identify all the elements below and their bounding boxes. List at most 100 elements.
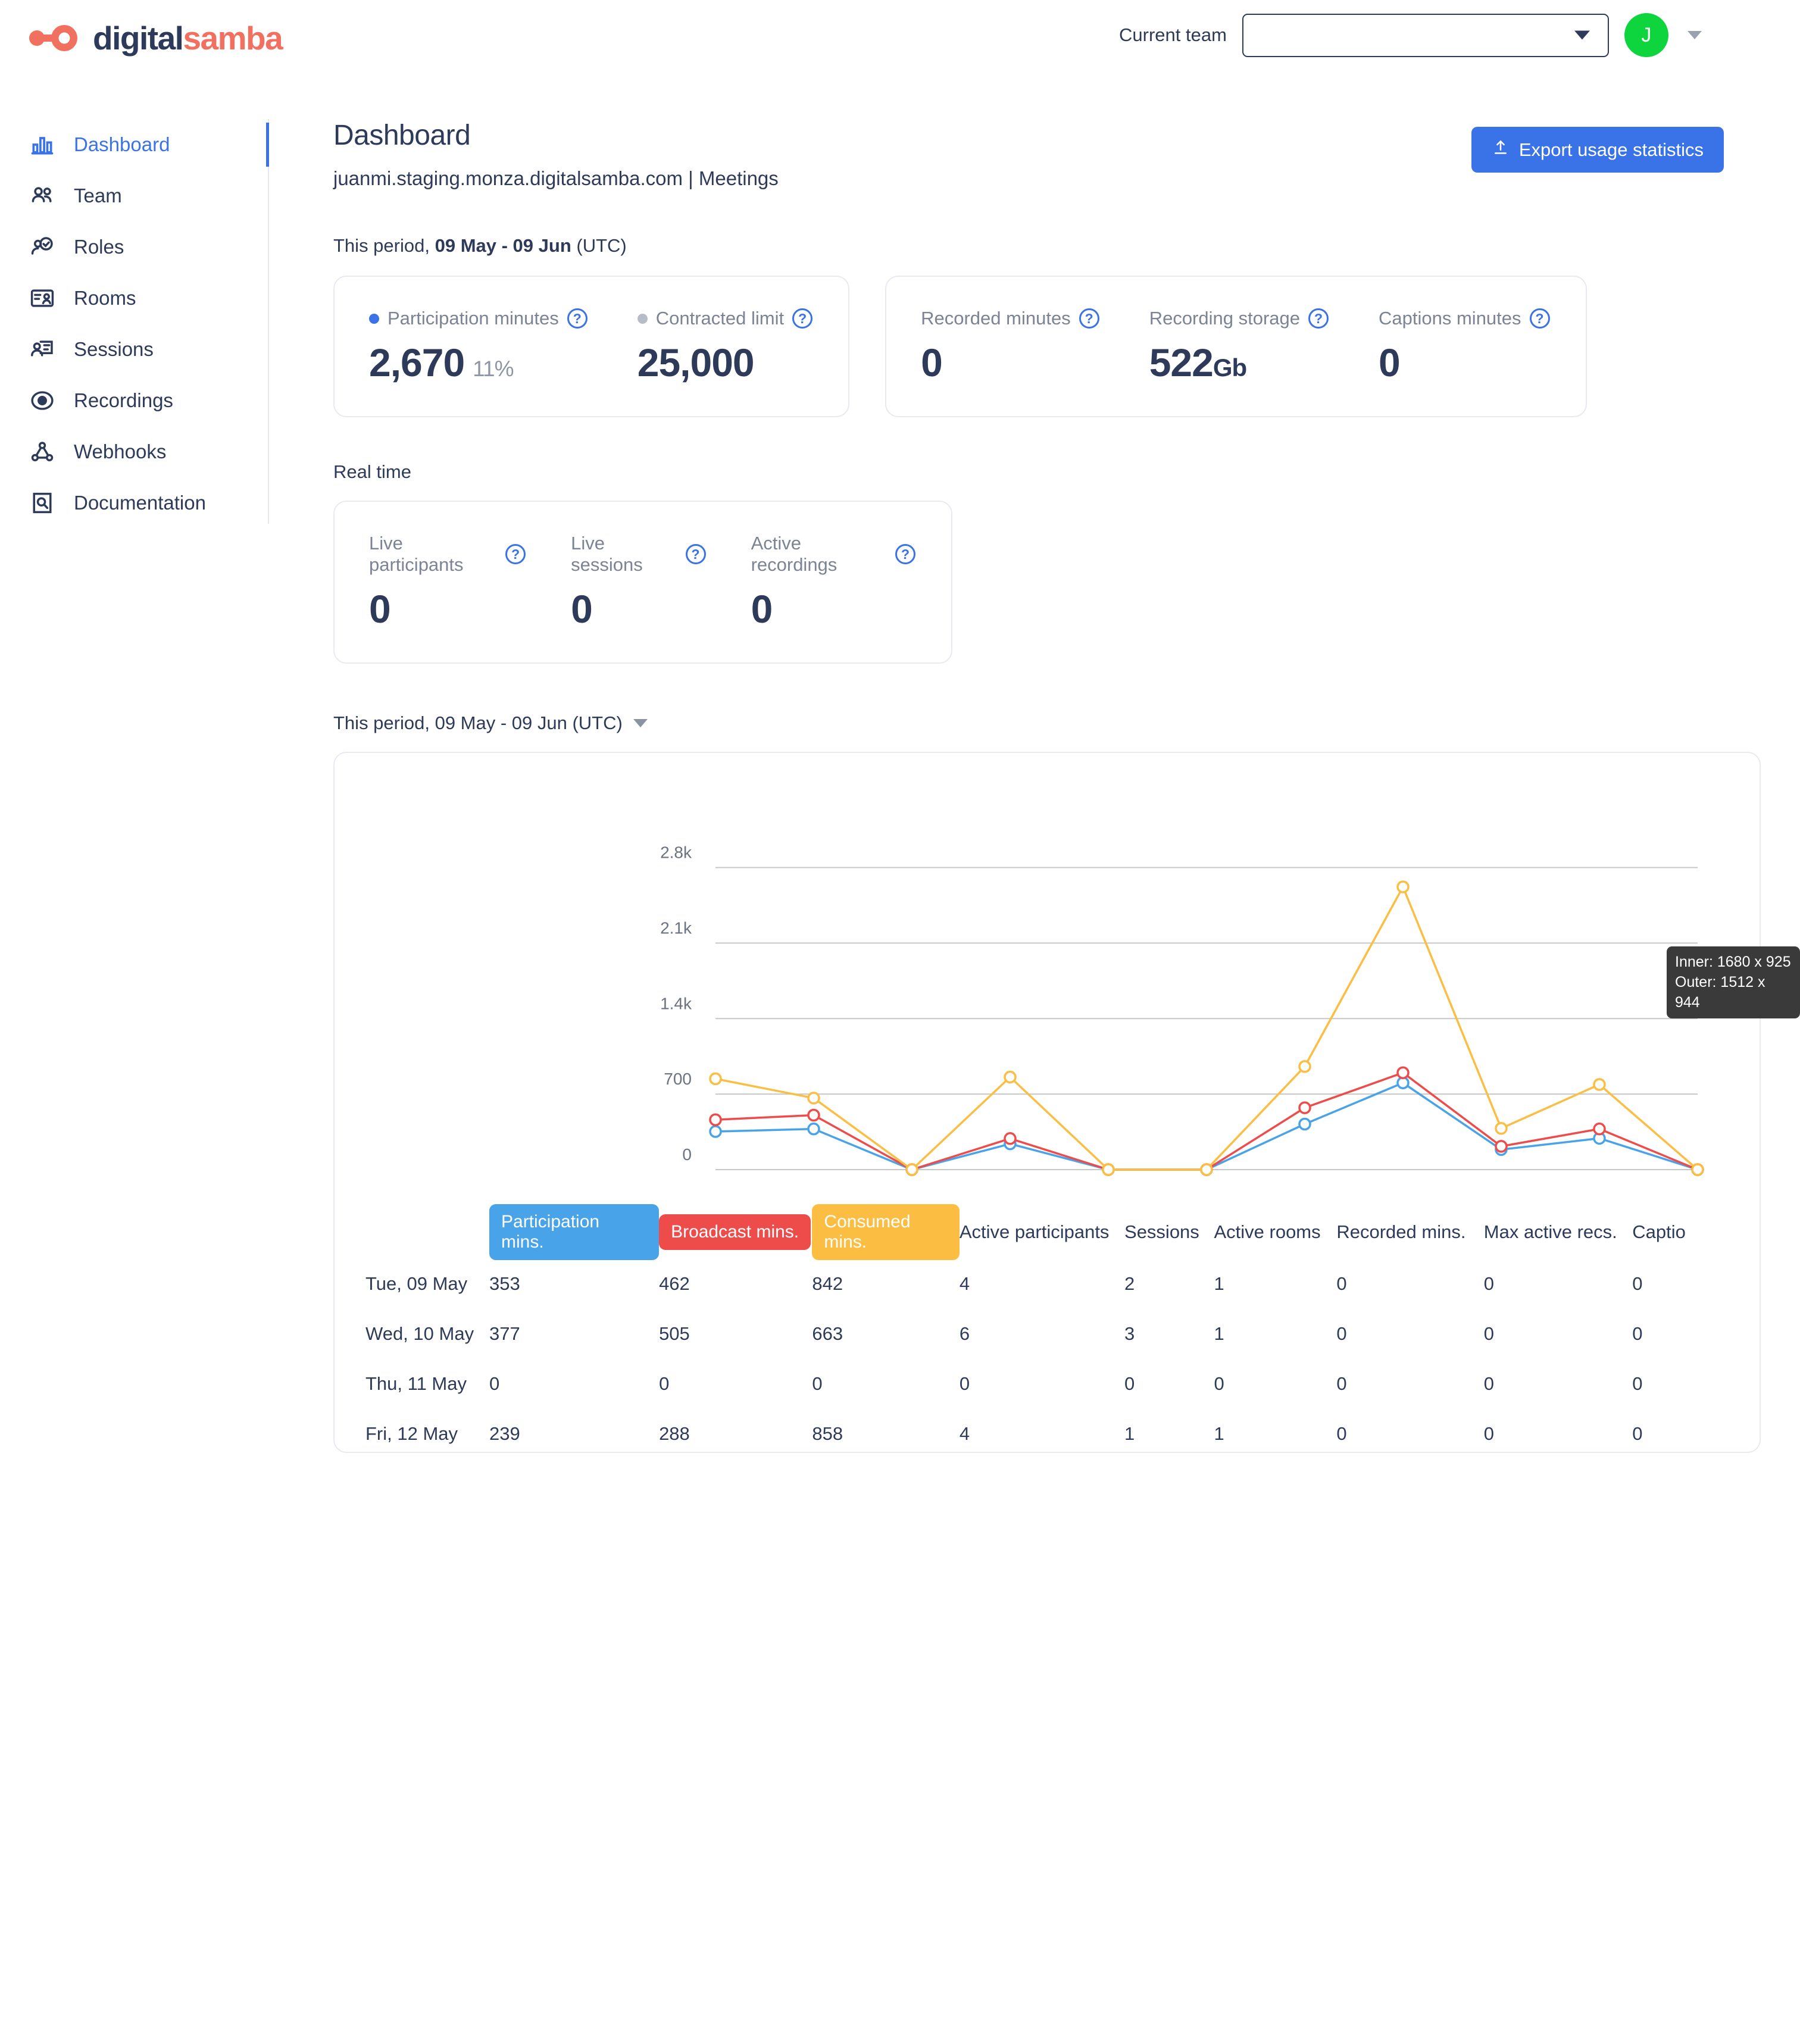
avatar[interactable]: J xyxy=(1624,13,1668,57)
record-circle-icon xyxy=(27,386,57,415)
table-header-max-active-recs: Max active recs. xyxy=(1484,1221,1632,1243)
sidebar-item-webhooks[interactable]: Webhooks xyxy=(0,426,268,477)
metric-live-participants: Live participants ? 0 xyxy=(369,533,526,632)
sidebar-item-label: Webhooks xyxy=(74,440,166,463)
usage-chart-panel: 07001.4k2.1k2.8k Participation mins. Bro… xyxy=(333,752,1761,1453)
sidebar-item-dashboard[interactable]: Dashboard xyxy=(0,119,268,170)
chart-period-selector[interactable]: This period, 09 May - 09 Jun (UTC) xyxy=(333,712,648,734)
table-header-row: Participation mins. Broadcast mins. Cons… xyxy=(335,1205,1761,1259)
metric-value-row: 0 xyxy=(1379,340,1550,385)
help-icon[interactable]: ? xyxy=(505,544,526,564)
table-header-sessions: Sessions xyxy=(1124,1221,1214,1243)
person-check-icon xyxy=(27,232,57,262)
table-cell: 1 xyxy=(1124,1423,1214,1445)
metric-contracted-limit: Contracted limit ? 25,000 xyxy=(638,308,812,385)
table-cell: 842 xyxy=(812,1273,959,1295)
svg-text:1.4k: 1.4k xyxy=(660,994,692,1012)
table-cell: 0 xyxy=(659,1373,812,1395)
usage-line-chart: 07001.4k2.1k2.8k xyxy=(335,753,1761,1205)
dimension-outer: Outer: 1512 x 944 xyxy=(1675,973,1792,1013)
metric-header: Recorded minutes ? xyxy=(921,308,1099,329)
period-line: This period, 09 May - 09 Jun (UTC) xyxy=(333,235,1762,257)
metric-captions-minutes: Captions minutes ? 0 xyxy=(1379,308,1550,385)
table-cell: 4 xyxy=(960,1423,1124,1445)
brand-name-part2: samba xyxy=(183,20,282,57)
dashboard-page: digitalsamba Current team J Dashboard xyxy=(0,0,1800,2044)
metric-header: Captions minutes ? xyxy=(1379,308,1550,329)
metric-value-row: 0 xyxy=(921,340,1099,385)
chevron-down-icon[interactable] xyxy=(1688,31,1702,39)
table-cell: 0 xyxy=(1336,1323,1483,1345)
brand-name-part1: digital xyxy=(93,20,183,57)
bar-chart-icon xyxy=(27,130,57,160)
metric-value-row: 25,000 xyxy=(638,340,812,385)
sidebar-item-roles[interactable]: Roles xyxy=(0,221,268,273)
legend-pill-participation[interactable]: Participation mins. xyxy=(489,1204,659,1260)
brand-logo[interactable]: digitalsamba xyxy=(27,19,282,57)
sidebar-item-label: Rooms xyxy=(74,287,136,310)
table-cell: 4 xyxy=(960,1273,1124,1295)
id-card-icon xyxy=(27,283,57,313)
legend-pill-broadcast[interactable]: Broadcast mins. xyxy=(659,1214,811,1250)
metric-value: 0 xyxy=(369,586,526,632)
help-icon[interactable]: ? xyxy=(895,544,915,564)
metric-value: 25,000 xyxy=(638,340,754,385)
dimension-tooltip: Inner: 1680 x 925 Outer: 1512 x 944 xyxy=(1667,946,1800,1018)
table-cell: 858 xyxy=(812,1423,959,1445)
sidebar-item-documentation[interactable]: Documentation xyxy=(0,477,268,529)
help-icon[interactable]: ? xyxy=(567,308,588,329)
help-icon[interactable]: ? xyxy=(792,308,812,329)
legend-pill-consumed[interactable]: Consumed mins. xyxy=(812,1204,959,1260)
metric-value: 0 xyxy=(921,340,942,385)
metric-unit: Gb xyxy=(1213,354,1246,382)
table-cell: 0 xyxy=(1632,1423,1761,1445)
sidebar-item-label: Dashboard xyxy=(74,133,170,156)
table-cell: 462 xyxy=(659,1273,812,1295)
metric-label: Recording storage xyxy=(1149,308,1300,329)
sidebar-item-label: Sessions xyxy=(74,338,154,361)
metric-label: Participation minutes xyxy=(388,308,559,329)
table-row: Tue, 09 May353462842421000 xyxy=(335,1259,1761,1309)
help-icon[interactable]: ? xyxy=(1079,308,1099,329)
sidebar-item-rooms[interactable]: Rooms xyxy=(0,273,268,324)
metric-label: Live sessions xyxy=(571,533,677,576)
active-indicator xyxy=(266,123,269,167)
current-team-label: Current team xyxy=(1119,24,1227,46)
realtime-card: Live participants ? 0 Live sessions ? 0 … xyxy=(333,501,952,664)
table-cell-date: Tue, 09 May xyxy=(335,1273,489,1295)
table-header-captions: Captio xyxy=(1632,1221,1761,1243)
period-range: 09 May - 09 Jun xyxy=(435,235,571,256)
stat-cards-row: Participation minutes ? 2,67011% Contrac… xyxy=(333,276,1762,417)
table-cell: 377 xyxy=(489,1323,659,1345)
table-cell: 0 xyxy=(812,1373,959,1395)
table-cell: 0 xyxy=(1632,1323,1761,1345)
table-cell: 0 xyxy=(1632,1373,1761,1395)
metric-value-row: 2,67011% xyxy=(369,340,588,385)
sidebar-item-sessions[interactable]: Sessions xyxy=(0,324,268,375)
metric-live-sessions: Live sessions ? 0 xyxy=(571,533,705,632)
help-icon[interactable]: ? xyxy=(686,544,706,564)
usage-table: Participation mins. Broadcast mins. Cons… xyxy=(335,1205,1761,1453)
sidebar-item-label: Team xyxy=(74,185,122,207)
table-cell: 663 xyxy=(812,1323,959,1345)
chevron-down-icon xyxy=(1574,31,1590,40)
table-cell: 2 xyxy=(1124,1273,1214,1295)
sidebar-item-recordings[interactable]: Recordings xyxy=(0,375,268,426)
legend-dot-icon xyxy=(369,314,379,324)
dimension-inner: Inner: 1680 x 925 xyxy=(1675,952,1792,973)
help-icon[interactable]: ? xyxy=(1530,308,1550,329)
usage-card: Participation minutes ? 2,67011% Contrac… xyxy=(333,276,849,417)
metric-header: Live sessions ? xyxy=(571,533,705,576)
help-icon[interactable]: ? xyxy=(1308,308,1329,329)
table-cell: 1 xyxy=(1214,1323,1336,1345)
team-selector-area: Current team J xyxy=(1119,13,1702,57)
top-bar: digitalsamba Current team J xyxy=(0,0,1800,76)
team-select[interactable] xyxy=(1242,14,1609,57)
sidebar-item-team[interactable]: Team xyxy=(0,170,268,221)
metric-header: Contracted limit ? xyxy=(638,308,812,329)
table-cell: 6 xyxy=(960,1323,1124,1345)
table-cell: 0 xyxy=(1124,1373,1214,1395)
metric-value: 0 xyxy=(571,586,705,632)
metric-recorded-minutes: Recorded minutes ? 0 xyxy=(921,308,1099,385)
export-usage-statistics-button[interactable]: Export usage statistics xyxy=(1471,127,1724,173)
